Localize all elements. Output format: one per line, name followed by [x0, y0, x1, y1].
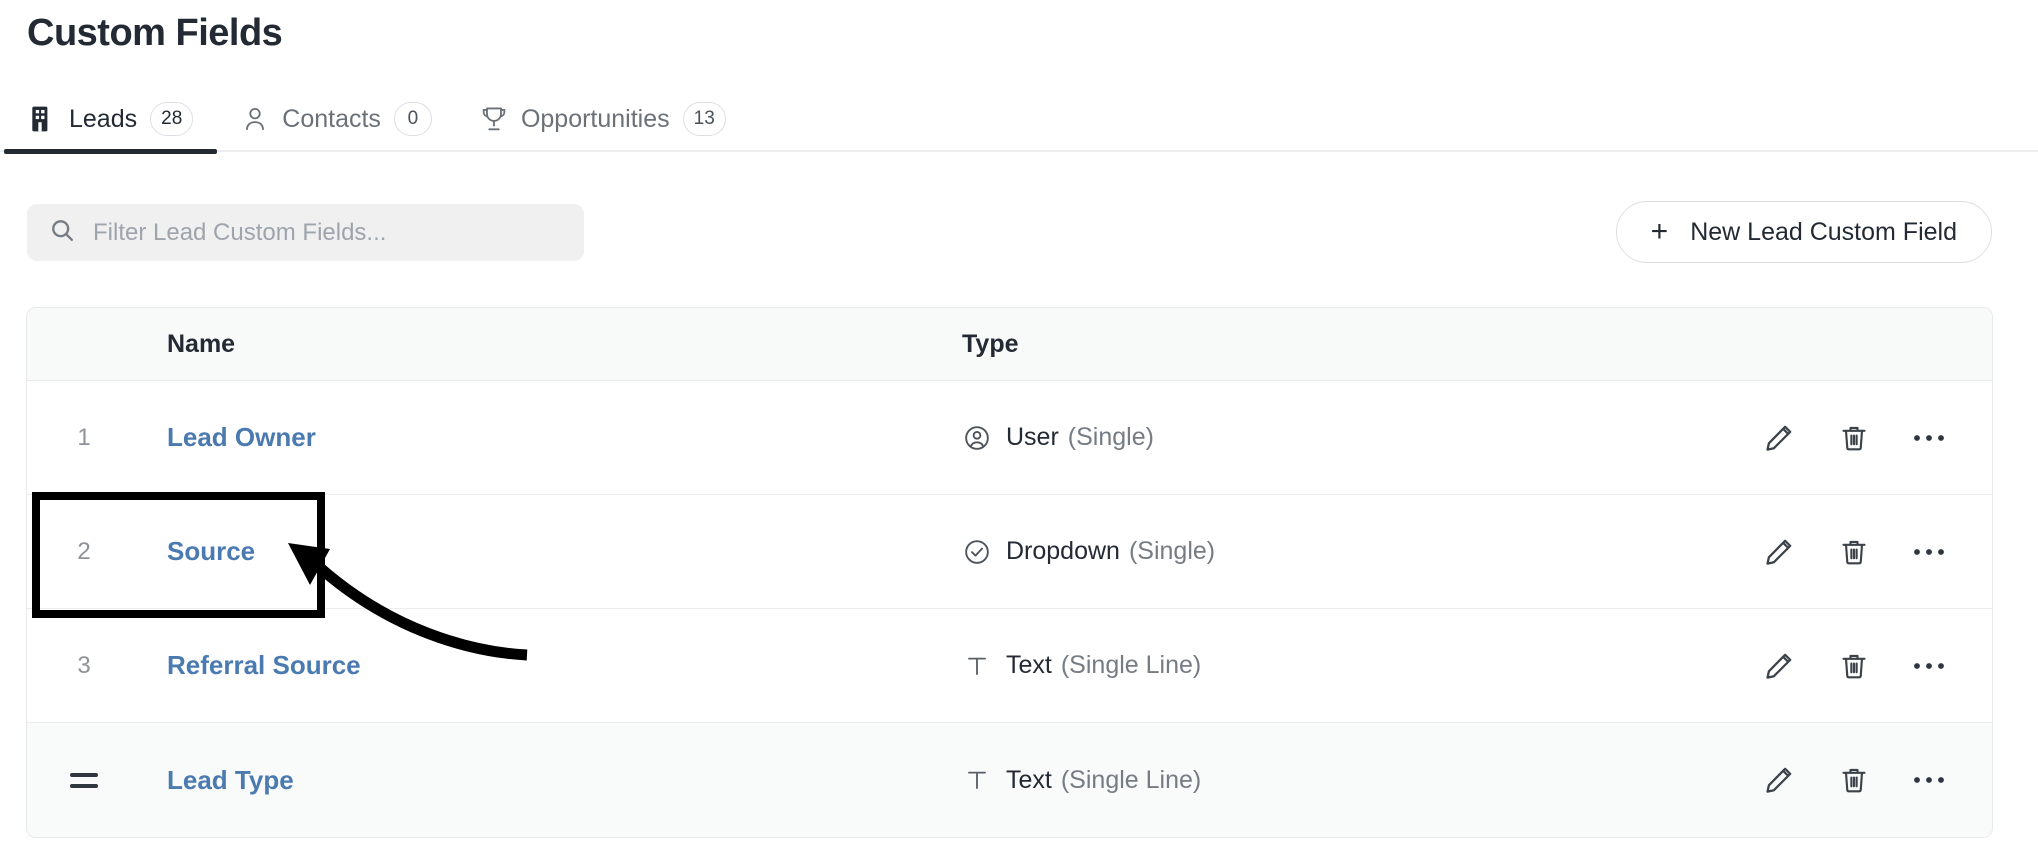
- custom-fields-page: Custom Fields Leads 28: [0, 0, 2038, 862]
- table-row[interactable]: Lead Type Text(Single Line): [27, 723, 1992, 837]
- row-name-cell: Source: [141, 536, 951, 567]
- person-icon: [241, 104, 269, 134]
- edit-field-button[interactable]: [1761, 420, 1797, 456]
- more-options-button[interactable]: [1911, 420, 1947, 456]
- field-name-link[interactable]: Lead Owner: [167, 422, 316, 452]
- tab-opportunities[interactable]: Opportunities 13: [456, 86, 750, 152]
- more-options-button[interactable]: [1911, 534, 1947, 570]
- text-t-icon: [962, 765, 992, 795]
- table-row[interactable]: 1 Lead Owner User(Single): [27, 381, 1992, 495]
- trophy-icon: [480, 104, 508, 134]
- new-lead-custom-field-label: New Lead Custom Field: [1690, 218, 1957, 247]
- row-name-cell: Lead Owner: [141, 422, 951, 453]
- more-options-button[interactable]: [1911, 762, 1947, 798]
- delete-field-button[interactable]: [1836, 648, 1872, 684]
- delete-field-button[interactable]: [1836, 534, 1872, 570]
- page-title: Custom Fields: [27, 12, 282, 55]
- row-drag-handle-cell: [27, 773, 141, 788]
- table-header-row: Name Type: [27, 308, 1992, 381]
- row-name-cell: Lead Type: [141, 765, 951, 796]
- search-icon: [49, 217, 76, 249]
- tab-leads-label: Leads: [69, 105, 137, 134]
- field-name-link[interactable]: Source: [167, 536, 255, 566]
- table-row[interactable]: 2 Source Dropdown(Single): [27, 495, 1992, 609]
- text-t-icon: [962, 651, 992, 681]
- row-index: 3: [27, 652, 141, 680]
- toolbar: Filter Lead Custom Fields... + New Lead …: [0, 152, 2038, 272]
- plus-icon: +: [1651, 217, 1669, 247]
- tab-contacts[interactable]: Contacts 0: [217, 86, 456, 152]
- edit-field-button[interactable]: [1761, 534, 1797, 570]
- search-input[interactable]: Filter Lead Custom Fields...: [27, 204, 584, 261]
- row-type-cell: Dropdown(Single): [951, 537, 1692, 567]
- user-circle-icon: [962, 423, 992, 453]
- row-actions: [1692, 648, 1992, 684]
- row-actions: [1692, 762, 1992, 798]
- row-actions: [1692, 420, 1992, 456]
- delete-field-button[interactable]: [1836, 420, 1872, 456]
- check-circle-icon: [962, 537, 992, 567]
- table-row[interactable]: 3 Referral Source Text(Single Line): [27, 609, 1992, 723]
- header-type-cell: Type: [951, 330, 1692, 359]
- custom-fields-table: Name Type 1 Lead Owner: [26, 307, 1993, 838]
- field-name-link[interactable]: Referral Source: [167, 650, 361, 680]
- row-index: 2: [27, 538, 141, 566]
- more-options-button[interactable]: [1911, 648, 1947, 684]
- field-name-link[interactable]: Lead Type: [167, 765, 294, 795]
- tab-opportunities-label: Opportunities: [521, 105, 670, 134]
- row-type-cell: Text(Single Line): [951, 765, 1692, 795]
- tab-leads-count: 28: [150, 102, 193, 136]
- row-index: 1: [27, 424, 141, 452]
- edit-field-button[interactable]: [1761, 648, 1797, 684]
- tab-leads[interactable]: Leads 28: [4, 86, 217, 152]
- building-icon: [28, 104, 56, 134]
- tab-contacts-label: Contacts: [282, 105, 381, 134]
- edit-field-button[interactable]: [1761, 762, 1797, 798]
- tab-opportunities-count: 13: [683, 102, 726, 136]
- header-name-cell: Name: [141, 330, 951, 359]
- row-actions: [1692, 534, 1992, 570]
- tab-bar: Leads 28 Contacts 0: [0, 86, 2038, 152]
- new-lead-custom-field-button[interactable]: + New Lead Custom Field: [1616, 201, 1992, 263]
- row-name-cell: Referral Source: [141, 650, 951, 681]
- delete-field-button[interactable]: [1836, 762, 1872, 798]
- search-placeholder-text: Filter Lead Custom Fields...: [93, 219, 386, 247]
- tab-contacts-count: 0: [394, 102, 432, 136]
- row-type-cell: User(Single): [951, 423, 1692, 453]
- row-type-cell: Text(Single Line): [951, 651, 1692, 681]
- drag-handle-icon[interactable]: [70, 773, 98, 788]
